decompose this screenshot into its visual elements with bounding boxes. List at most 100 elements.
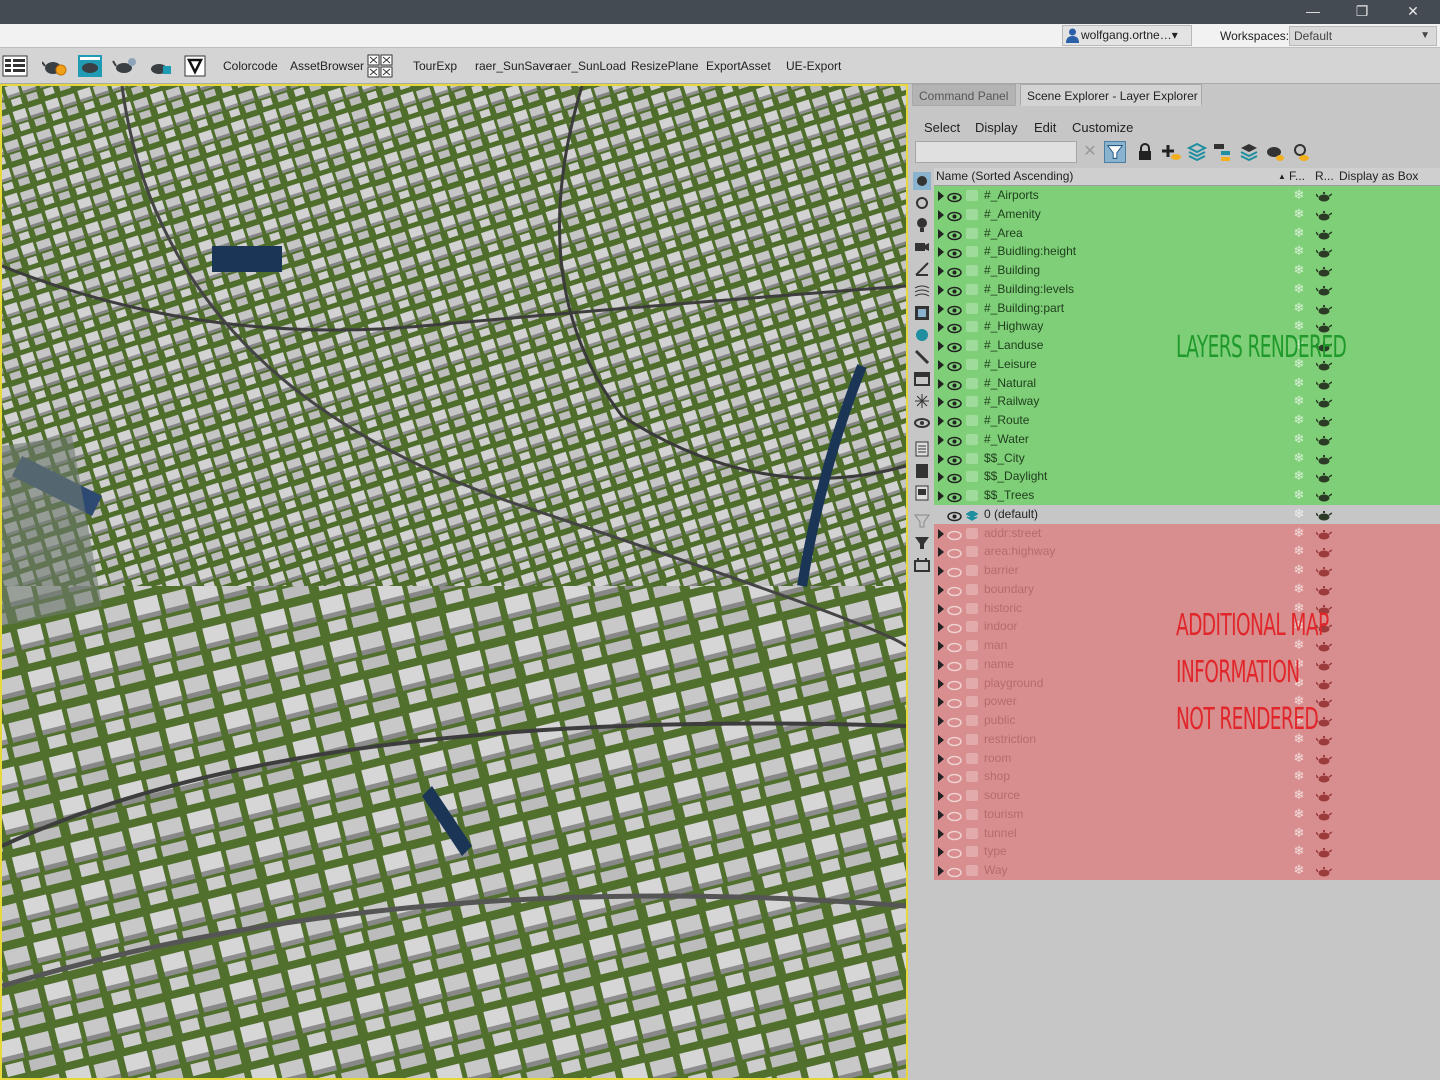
ue-export-button[interactable]: UE-Export: [786, 59, 841, 73]
visibility-eye-icon[interactable]: [947, 359, 962, 371]
layer-icon[interactable]: [966, 396, 978, 408]
visibility-eye-icon[interactable]: [947, 753, 962, 765]
layer-icon[interactable]: [966, 565, 978, 576]
layer-row[interactable]: #_Area ❄: [934, 223, 1440, 243]
sunload-button[interactable]: raer_SunLoad: [550, 59, 626, 73]
expand-arrow-icon[interactable]: [938, 828, 944, 839]
visibility-eye-icon[interactable]: [947, 678, 962, 690]
expand-arrow-icon[interactable]: [938, 697, 944, 708]
render-teapot-icon[interactable]: [1315, 658, 1333, 671]
visibility-eye-icon[interactable]: [947, 584, 962, 596]
render-teapot-icon[interactable]: [1315, 414, 1333, 427]
hierarchy-icon[interactable]: [1212, 141, 1234, 163]
layer-icon[interactable]: [966, 771, 978, 783]
expand-arrow-icon[interactable]: [938, 772, 944, 783]
layer-icon[interactable]: [966, 452, 978, 464]
render-teapot-icon[interactable]: [1315, 545, 1333, 558]
freeze-snowflake-icon[interactable]: ❄: [1292, 806, 1306, 821]
close-button[interactable]: ✕: [1390, 0, 1436, 24]
visibility-eye-icon[interactable]: [947, 490, 962, 503]
layer-row[interactable]: $$_Trees ❄: [934, 486, 1440, 505]
visibility-eye-icon[interactable]: [947, 846, 962, 859]
expand-arrow-icon[interactable]: [938, 191, 944, 201]
visibility-eye-icon[interactable]: [947, 396, 962, 409]
layer-row[interactable]: #_Railway ❄: [934, 392, 1440, 411]
freeze-snowflake-icon[interactable]: ❄: [1292, 488, 1306, 502]
layers-dark-icon[interactable]: [1238, 141, 1260, 163]
layer-icon[interactable]: [966, 827, 978, 839]
layer-icon[interactable]: [966, 733, 978, 745]
freeze-snowflake-icon[interactable]: ❄: [1292, 300, 1306, 315]
hidden-filter-icon[interactable]: [913, 414, 931, 432]
render-teapot-icon[interactable]: [1315, 770, 1333, 783]
container-filter-icon[interactable]: [913, 370, 931, 388]
layer-icon[interactable]: [966, 265, 978, 276]
render-teapot-icon[interactable]: [1315, 695, 1333, 708]
visibility-eye-icon[interactable]: [947, 246, 962, 259]
freeze-snowflake-icon[interactable]: ❄: [1292, 750, 1306, 765]
expand-arrow-icon[interactable]: [938, 322, 944, 333]
render-teapot-icon[interactable]: [1315, 208, 1333, 221]
display-box-icon[interactable]: [913, 556, 931, 574]
expand-arrow-icon[interactable]: [938, 378, 944, 389]
visibility-eye-icon[interactable]: [947, 209, 962, 221]
freeze-snowflake-icon[interactable]: ❄: [1292, 769, 1306, 783]
sun-teapot-icon[interactable]: [42, 54, 68, 78]
filter-toggle-icon[interactable]: [1104, 141, 1126, 163]
visibility-eye-icon[interactable]: [947, 321, 962, 334]
filter-off-icon[interactable]: [913, 512, 931, 530]
layer-row[interactable]: #_Airports ❄: [934, 186, 1440, 205]
visibility-eye-icon[interactable]: [947, 640, 962, 653]
layers-stack-icon[interactable]: [1186, 141, 1208, 163]
render-teapot-icon[interactable]: [1315, 677, 1333, 689]
visibility-eye-icon[interactable]: [947, 546, 962, 559]
visibility-eye-icon[interactable]: [947, 621, 962, 634]
layer-icon[interactable]: [966, 433, 978, 445]
freeze-snowflake-icon[interactable]: ❄: [1292, 844, 1306, 858]
active-layer-icon[interactable]: [965, 509, 979, 521]
render-teapot-icon[interactable]: [1315, 808, 1333, 821]
visibility-eye-icon[interactable]: [947, 471, 962, 484]
doc-filter-icon[interactable]: [913, 484, 931, 502]
layer-icon[interactable]: [966, 283, 978, 295]
layer-row[interactable]: type ❄: [934, 842, 1440, 861]
layer-row[interactable]: boundary ❄: [934, 579, 1440, 599]
layer-icon[interactable]: [966, 583, 978, 595]
freeze-snowflake-icon[interactable]: ❄: [1292, 281, 1306, 296]
funnel-v-icon[interactable]: [182, 54, 208, 78]
freeze-snowflake-icon[interactable]: ❄: [1292, 450, 1306, 465]
menu-grid-icon[interactable]: [2, 54, 28, 78]
layer-icon[interactable]: [966, 377, 978, 389]
expand-arrow-icon[interactable]: [938, 416, 944, 426]
maximize-button[interactable]: ❐: [1339, 0, 1385, 24]
visibility-eye-icon[interactable]: [947, 696, 962, 709]
layer-icon[interactable]: [966, 715, 978, 726]
freeze-snowflake-icon[interactable]: ❄: [1292, 563, 1306, 577]
render-teapot-icon[interactable]: [1315, 564, 1333, 577]
expand-arrow-icon[interactable]: [938, 659, 944, 670]
expand-arrow-icon[interactable]: [938, 209, 944, 220]
layer-row[interactable]: tourism ❄: [934, 804, 1440, 824]
layer-icon[interactable]: [966, 808, 978, 820]
layer-icon[interactable]: [966, 621, 978, 633]
render-teapot-icon[interactable]: [1315, 395, 1333, 408]
expand-arrow-icon[interactable]: [938, 453, 944, 464]
freeze-snowflake-icon[interactable]: ❄: [1292, 394, 1306, 408]
layer-icon[interactable]: [966, 602, 978, 614]
exportasset-button[interactable]: ExportAsset: [706, 59, 771, 73]
layer-row[interactable]: #_Building:part ❄: [934, 298, 1440, 318]
visibility-eye-icon[interactable]: [947, 340, 962, 353]
layer-icon[interactable]: [966, 246, 978, 258]
teapot-pencil-icon[interactable]: [147, 54, 173, 78]
expand-arrow-icon[interactable]: [938, 716, 944, 726]
expand-arrow-icon[interactable]: [938, 847, 944, 858]
freeze-snowflake-icon[interactable]: ❄: [1292, 263, 1306, 277]
freeze-snowflake-icon[interactable]: ❄: [1292, 825, 1306, 840]
layer-row[interactable]: #_Route ❄: [934, 411, 1440, 430]
expand-arrow-icon[interactable]: [938, 678, 944, 689]
visibility-eye-icon[interactable]: [947, 284, 962, 296]
layer-icon[interactable]: [966, 415, 978, 426]
expand-arrow-icon[interactable]: [938, 491, 944, 501]
expand-arrow-icon[interactable]: [938, 791, 944, 801]
visibility-eye-icon[interactable]: [947, 528, 962, 540]
